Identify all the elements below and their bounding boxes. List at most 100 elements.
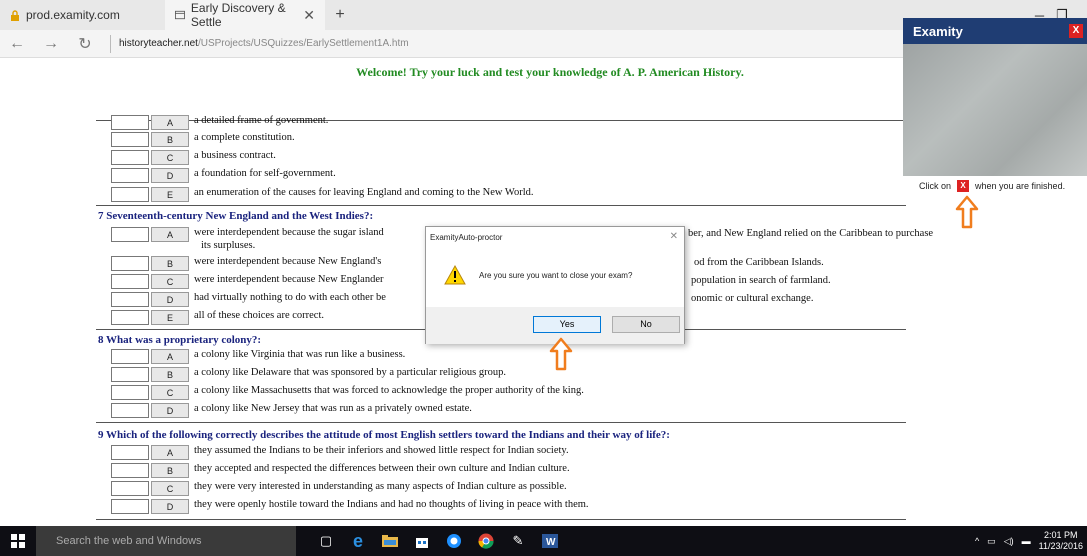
question-heading: 9 Which of the following correctly descr… [98,429,670,441]
answer-text: a foundation for self-government. [194,168,336,179]
confirm-dialog: ExamityAuto-proctor ✕ Are you sure you w… [425,226,685,344]
answer-letter-button[interactable]: C [151,150,189,165]
answer-row: B they accepted and respected the differ… [111,463,570,479]
answer-row: B a complete constitution. [111,132,295,148]
answer-input[interactable] [111,256,149,271]
chevron-up-icon[interactable]: ^ [975,536,979,546]
answer-text: a colony like Massachusetts that was for… [194,385,584,396]
answer-letter-button[interactable]: C [151,481,189,496]
answer-letter-button[interactable]: B [151,256,189,271]
finish-close-icon[interactable]: X [957,180,970,192]
cortana-icon[interactable] [438,526,470,556]
back-icon[interactable]: ← [0,35,34,53]
answer-input[interactable] [111,168,149,183]
url-path: /USProjects/USQuizzes/EarlySettlement1A.… [197,38,409,49]
message-icon[interactable]: ▬ [1022,536,1031,546]
answer-row: D had virtually nothing to do with each … [111,292,386,308]
network-icon[interactable]: ▭ [987,536,996,547]
answer-letter-button[interactable]: D [151,292,189,307]
yes-button[interactable]: Yes [533,316,601,333]
question-heading: 7 Seventeenth-century New England and th… [98,210,374,222]
answer-text-continued: population in search of farmland. [691,275,831,286]
hint-text: when you are finished. [975,181,1066,191]
answer-input[interactable] [111,385,149,400]
answer-input[interactable] [111,403,149,418]
question-heading: 8 What was a proprietary colony?: [98,334,262,346]
answer-letter-button[interactable]: A [151,349,189,364]
answer-row: D a colony like New Jersey that was run … [111,403,472,419]
answer-input[interactable] [111,187,149,202]
url-field[interactable]: historyteacher.net/USProjects/USQuizzes/… [119,38,409,49]
answer-letter-button[interactable]: D [151,499,189,514]
answer-input[interactable] [111,132,149,147]
answer-letter-button[interactable]: C [151,274,189,289]
answer-letter-button[interactable]: D [151,403,189,418]
answer-letter-button[interactable]: C [151,385,189,400]
refresh-icon[interactable]: ↻ [68,34,102,54]
answer-input[interactable] [111,481,149,496]
tab-label: prod.examity.com [26,8,120,22]
url-host: historyteacher.net [119,38,198,49]
answer-row: C were interdependent because New Englan… [111,274,384,290]
new-tab-button[interactable]: + [325,6,355,24]
answer-input[interactable] [111,227,149,242]
answer-row: E all of these choices are correct. [111,310,324,326]
answer-input[interactable] [111,115,149,130]
taskbar-search-input[interactable]: Search the web and Windows [36,526,296,556]
tab-close-icon[interactable]: ✕ [303,7,315,24]
answer-letter-button[interactable]: E [151,187,189,202]
paint-icon[interactable]: ✎ [502,526,534,556]
taskbar: Search the web and Windows ▢ e ✎ W ^ ▭ ◁… [0,526,1087,556]
answer-text: a complete constitution. [194,132,295,143]
answer-row: B were interdependent because New Englan… [111,256,381,272]
answer-input[interactable] [111,445,149,460]
answer-row: B a colony like Delaware that was sponso… [111,367,506,383]
answer-input[interactable] [111,310,149,325]
arrow-up-icon [955,195,979,229]
answer-letter-button[interactable]: B [151,463,189,478]
answer-row: E an enumeration of the causes for leavi… [111,187,534,203]
windows-start-icon[interactable] [0,526,36,556]
answer-text: had virtually nothing to do with each ot… [194,292,386,303]
examity-close-icon[interactable]: X [1069,24,1083,38]
file-explorer-icon[interactable] [374,526,406,556]
answer-text-continued: onomic or cultural exchange. [691,293,814,304]
answer-letter-button[interactable]: B [151,367,189,382]
answer-text: a colony like New Jersey that was run as… [194,403,472,414]
dialog-close-icon[interactable]: ✕ [670,231,678,242]
answer-letter-button[interactable]: A [151,227,189,242]
tab-early-discovery[interactable]: Early Discovery & Settle ✕ [165,0,325,30]
answer-text: were interdependent because New England'… [194,256,382,267]
chrome-icon[interactable] [470,526,502,556]
word-icon[interactable]: W [534,526,566,556]
tab-examity[interactable]: prod.examity.com [0,0,165,30]
answer-input[interactable] [111,463,149,478]
no-button[interactable]: No [612,316,680,333]
svg-text:W: W [546,537,556,548]
volume-icon[interactable]: ◁) [1004,536,1014,547]
arrow-up-icon [549,337,573,371]
answer-text-continued: ber, and New England relied on the Carib… [688,228,934,239]
divider [96,205,906,206]
answer-input[interactable] [111,349,149,364]
answer-input[interactable] [111,367,149,382]
forward-icon[interactable]: → [34,35,68,53]
answer-letter-button[interactable]: D [151,168,189,183]
answer-letter-button[interactable]: E [151,310,189,325]
answer-letter-button[interactable]: A [151,445,189,460]
divider [96,519,906,520]
answer-input[interactable] [111,499,149,514]
clock[interactable]: 2:01 PM 11/23/2016 [1039,530,1083,552]
task-view-icon[interactable]: ▢ [310,526,342,556]
examity-finish-hint: Click on X when you are finished. [919,180,1065,192]
answer-letter-button[interactable]: A [151,115,189,130]
answer-text: they were very interested in understandi… [194,481,567,492]
answer-input[interactable] [111,274,149,289]
answer-input[interactable] [111,150,149,165]
store-icon[interactable] [406,526,438,556]
screen: prod.examity.com Early Discovery & Settl… [0,0,1087,556]
answer-input[interactable] [111,292,149,307]
answer-letter-button[interactable]: B [151,132,189,147]
answer-text: a business contract. [194,150,276,161]
edge-icon[interactable]: e [342,526,374,556]
